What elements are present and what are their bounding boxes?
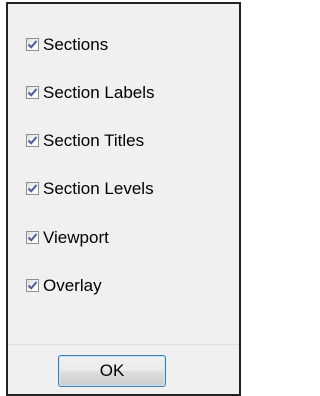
sections-checkbox[interactable]: Sections xyxy=(26,32,108,56)
option-label: Section Labels xyxy=(43,82,155,102)
checkmark-icon xyxy=(26,278,39,292)
section-labels-checkbox[interactable]: Section Labels xyxy=(26,80,155,104)
option-label: Overlay xyxy=(43,275,102,295)
option-label: Viewport xyxy=(43,227,109,247)
layer-options-dialog: Sections Section Labels Section Titles S… xyxy=(6,2,241,396)
option-label: Section Titles xyxy=(43,130,145,150)
option-label: Sections xyxy=(43,34,109,54)
button-bar: OK xyxy=(8,345,239,394)
option-label: Section Levels xyxy=(43,178,154,198)
checkmark-icon xyxy=(26,37,39,51)
section-titles-checkbox[interactable]: Section Titles xyxy=(26,128,144,152)
checkmark-icon xyxy=(26,133,39,147)
overlay-checkbox[interactable]: Overlay xyxy=(26,273,102,297)
viewport-checkbox[interactable]: Viewport xyxy=(26,225,109,249)
options-panel: Sections Section Labels Section Titles S… xyxy=(8,4,239,344)
ok-button[interactable]: OK xyxy=(58,355,166,387)
checkmark-icon xyxy=(26,181,39,195)
checkmark-icon xyxy=(26,85,39,99)
checkmark-icon xyxy=(26,230,39,244)
section-levels-checkbox[interactable]: Section Levels xyxy=(26,176,154,200)
